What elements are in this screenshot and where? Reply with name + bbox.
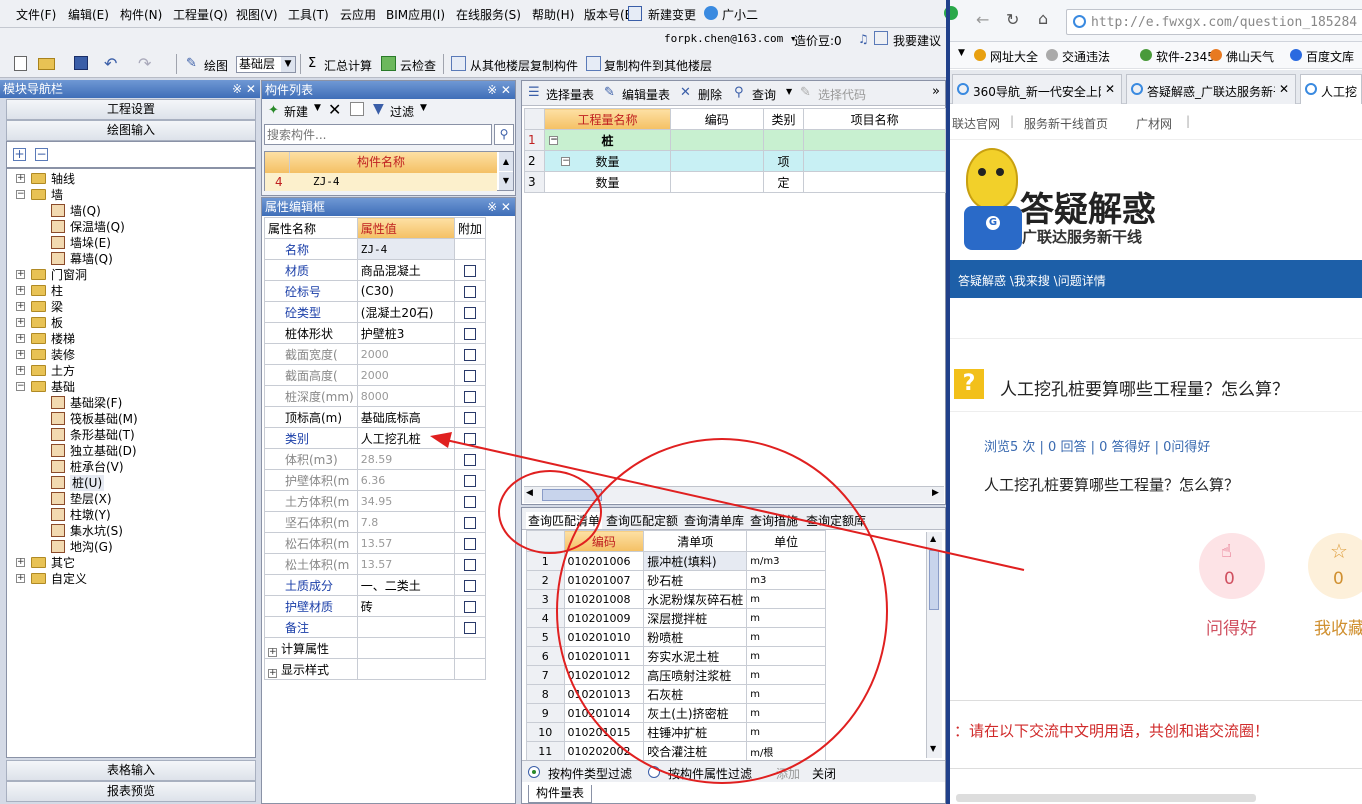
annotation-arrow <box>430 432 1025 571</box>
